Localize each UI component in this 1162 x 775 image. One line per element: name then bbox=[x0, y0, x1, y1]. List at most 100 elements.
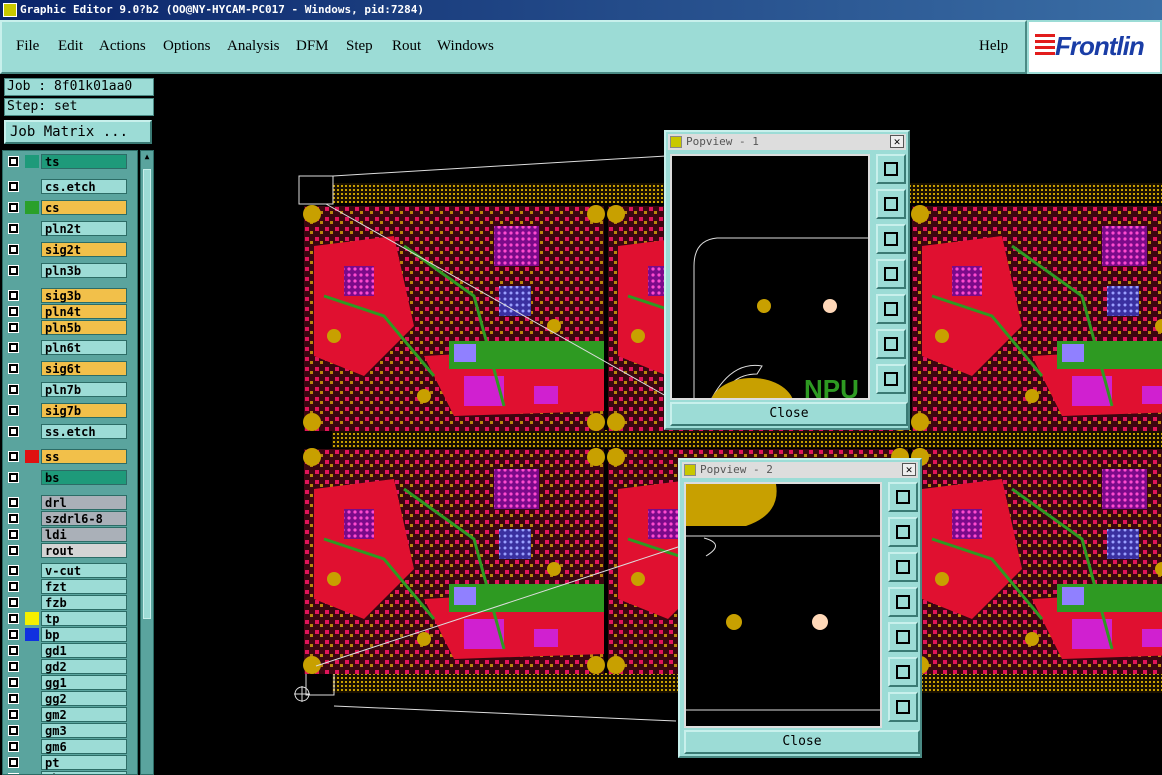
layer-name[interactable]: pln6t bbox=[41, 340, 127, 355]
zoom-home-icon[interactable] bbox=[888, 482, 918, 512]
layer-name[interactable]: sig2t bbox=[41, 242, 127, 257]
layer-list-scrollbar[interactable]: ▲ bbox=[140, 150, 154, 775]
pan-right-icon[interactable] bbox=[876, 294, 906, 324]
layer-checkbox[interactable] bbox=[8, 741, 19, 752]
layer-row[interactable]: ts bbox=[5, 154, 127, 169]
layer-name[interactable]: sig6t bbox=[41, 361, 127, 376]
layer-checkbox[interactable] bbox=[8, 693, 19, 704]
layer-checkbox[interactable] bbox=[8, 306, 19, 317]
layer-checkbox[interactable] bbox=[8, 384, 19, 395]
layer-checkbox[interactable] bbox=[8, 472, 19, 483]
layer-checkbox[interactable] bbox=[8, 661, 19, 672]
menu-help[interactable]: Help bbox=[979, 38, 1008, 55]
zoom-out-icon[interactable] bbox=[876, 329, 906, 359]
layer-row[interactable]: fzt bbox=[5, 579, 127, 594]
layer-row[interactable]: ldi bbox=[5, 527, 127, 542]
layer-name[interactable]: fzt bbox=[41, 579, 127, 594]
layer-row[interactable]: bs bbox=[5, 470, 127, 485]
layer-row[interactable]: v-cut bbox=[5, 563, 127, 578]
layer-name[interactable]: cs.etch bbox=[41, 179, 127, 194]
layer-name[interactable]: gg2 bbox=[41, 691, 127, 706]
layer-name[interactable]: pb bbox=[41, 771, 127, 774]
menu-step[interactable]: Step bbox=[346, 38, 373, 55]
layer-name[interactable]: fzb bbox=[41, 595, 127, 610]
pan-down-icon[interactable] bbox=[888, 552, 918, 582]
pan-down-icon[interactable] bbox=[876, 224, 906, 254]
menu-options[interactable]: Options bbox=[163, 38, 211, 55]
layer-row[interactable]: cs bbox=[5, 200, 127, 215]
zoom-in-icon[interactable] bbox=[888, 692, 918, 722]
layer-checkbox[interactable] bbox=[8, 545, 19, 556]
layer-row[interactable]: pln3b bbox=[5, 263, 127, 278]
layer-checkbox[interactable] bbox=[8, 709, 19, 720]
menu-actions[interactable]: Actions bbox=[99, 38, 146, 55]
layer-row[interactable]: sig3b bbox=[5, 288, 127, 303]
menu-edit[interactable]: Edit bbox=[58, 38, 83, 55]
layer-checkbox[interactable] bbox=[8, 202, 19, 213]
layer-row[interactable]: gg2 bbox=[5, 691, 127, 706]
layer-row[interactable]: sig7b bbox=[5, 403, 127, 418]
layer-checkbox[interactable] bbox=[8, 156, 19, 167]
layer-checkbox[interactable] bbox=[8, 290, 19, 301]
layer-checkbox[interactable] bbox=[8, 405, 19, 416]
layer-checkbox[interactable] bbox=[8, 363, 19, 374]
layer-name[interactable]: cs bbox=[41, 200, 127, 215]
layer-checkbox[interactable] bbox=[8, 645, 19, 656]
layer-name[interactable]: rout bbox=[41, 543, 127, 558]
layer-name[interactable]: gm2 bbox=[41, 707, 127, 722]
zoom-in-icon[interactable] bbox=[876, 364, 906, 394]
layer-name[interactable]: pln2t bbox=[41, 221, 127, 236]
layer-checkbox[interactable] bbox=[8, 565, 19, 576]
layer-checkbox[interactable] bbox=[8, 322, 19, 333]
zoom-out-icon[interactable] bbox=[888, 657, 918, 687]
pan-up-icon[interactable] bbox=[888, 517, 918, 547]
menu-windows[interactable]: Windows bbox=[437, 38, 494, 55]
layer-row[interactable]: sig6t bbox=[5, 361, 127, 376]
layer-checkbox[interactable] bbox=[8, 181, 19, 192]
layer-checkbox[interactable] bbox=[8, 629, 19, 640]
layer-row[interactable]: tp bbox=[5, 611, 127, 626]
popview-1-view[interactable]: NPU bbox=[670, 154, 870, 400]
layer-row[interactable]: gd1 bbox=[5, 643, 127, 658]
layer-name[interactable]: ss.etch bbox=[41, 424, 127, 439]
layer-name[interactable]: drl bbox=[41, 495, 127, 510]
layer-row[interactable]: gg1 bbox=[5, 675, 127, 690]
pan-left-icon[interactable] bbox=[876, 259, 906, 289]
layer-checkbox[interactable] bbox=[8, 244, 19, 255]
layer-row[interactable]: pln2t bbox=[5, 221, 127, 236]
popview-2-view[interactable] bbox=[684, 482, 882, 728]
menu-dfm[interactable]: DFM bbox=[296, 38, 329, 55]
layer-name[interactable]: pt bbox=[41, 755, 127, 770]
layer-row[interactable]: fzb bbox=[5, 595, 127, 610]
pan-right-icon[interactable] bbox=[888, 622, 918, 652]
layer-name[interactable]: sig3b bbox=[41, 288, 127, 303]
layer-row[interactable]: szdrl6-8 bbox=[5, 511, 127, 526]
layer-name[interactable]: gd1 bbox=[41, 643, 127, 658]
layer-row[interactable]: gd2 bbox=[5, 659, 127, 674]
layer-row[interactable]: bp bbox=[5, 627, 127, 642]
scroll-up-icon[interactable]: ▲ bbox=[142, 152, 152, 162]
layer-row[interactable]: ss.etch bbox=[5, 424, 127, 439]
layer-row[interactable]: pln6t bbox=[5, 340, 127, 355]
graphic-canvas[interactable] bbox=[156, 76, 1162, 775]
scroll-thumb[interactable] bbox=[143, 169, 151, 619]
close-icon[interactable]: ✕ bbox=[890, 135, 904, 148]
layer-row[interactable]: pln5b bbox=[5, 320, 127, 335]
pan-up-icon[interactable] bbox=[876, 189, 906, 219]
layer-checkbox[interactable] bbox=[8, 725, 19, 736]
layer-name[interactable]: bs bbox=[41, 470, 127, 485]
layer-checkbox[interactable] bbox=[8, 426, 19, 437]
layer-name[interactable]: szdrl6-8 bbox=[41, 511, 127, 526]
layer-checkbox[interactable] bbox=[8, 597, 19, 608]
layer-name[interactable]: gd2 bbox=[41, 659, 127, 674]
layer-row[interactable]: gm2 bbox=[5, 707, 127, 722]
layer-checkbox[interactable] bbox=[8, 342, 19, 353]
layer-name[interactable]: ts bbox=[41, 154, 127, 169]
layer-name[interactable]: gg1 bbox=[41, 675, 127, 690]
layer-row[interactable]: cs.etch bbox=[5, 179, 127, 194]
layer-name[interactable]: tp bbox=[41, 611, 127, 626]
layer-name[interactable]: pln3b bbox=[41, 263, 127, 278]
layer-row[interactable]: pln7b bbox=[5, 382, 127, 397]
close-icon[interactable]: ✕ bbox=[902, 463, 916, 476]
layer-row[interactable]: rout bbox=[5, 543, 127, 558]
